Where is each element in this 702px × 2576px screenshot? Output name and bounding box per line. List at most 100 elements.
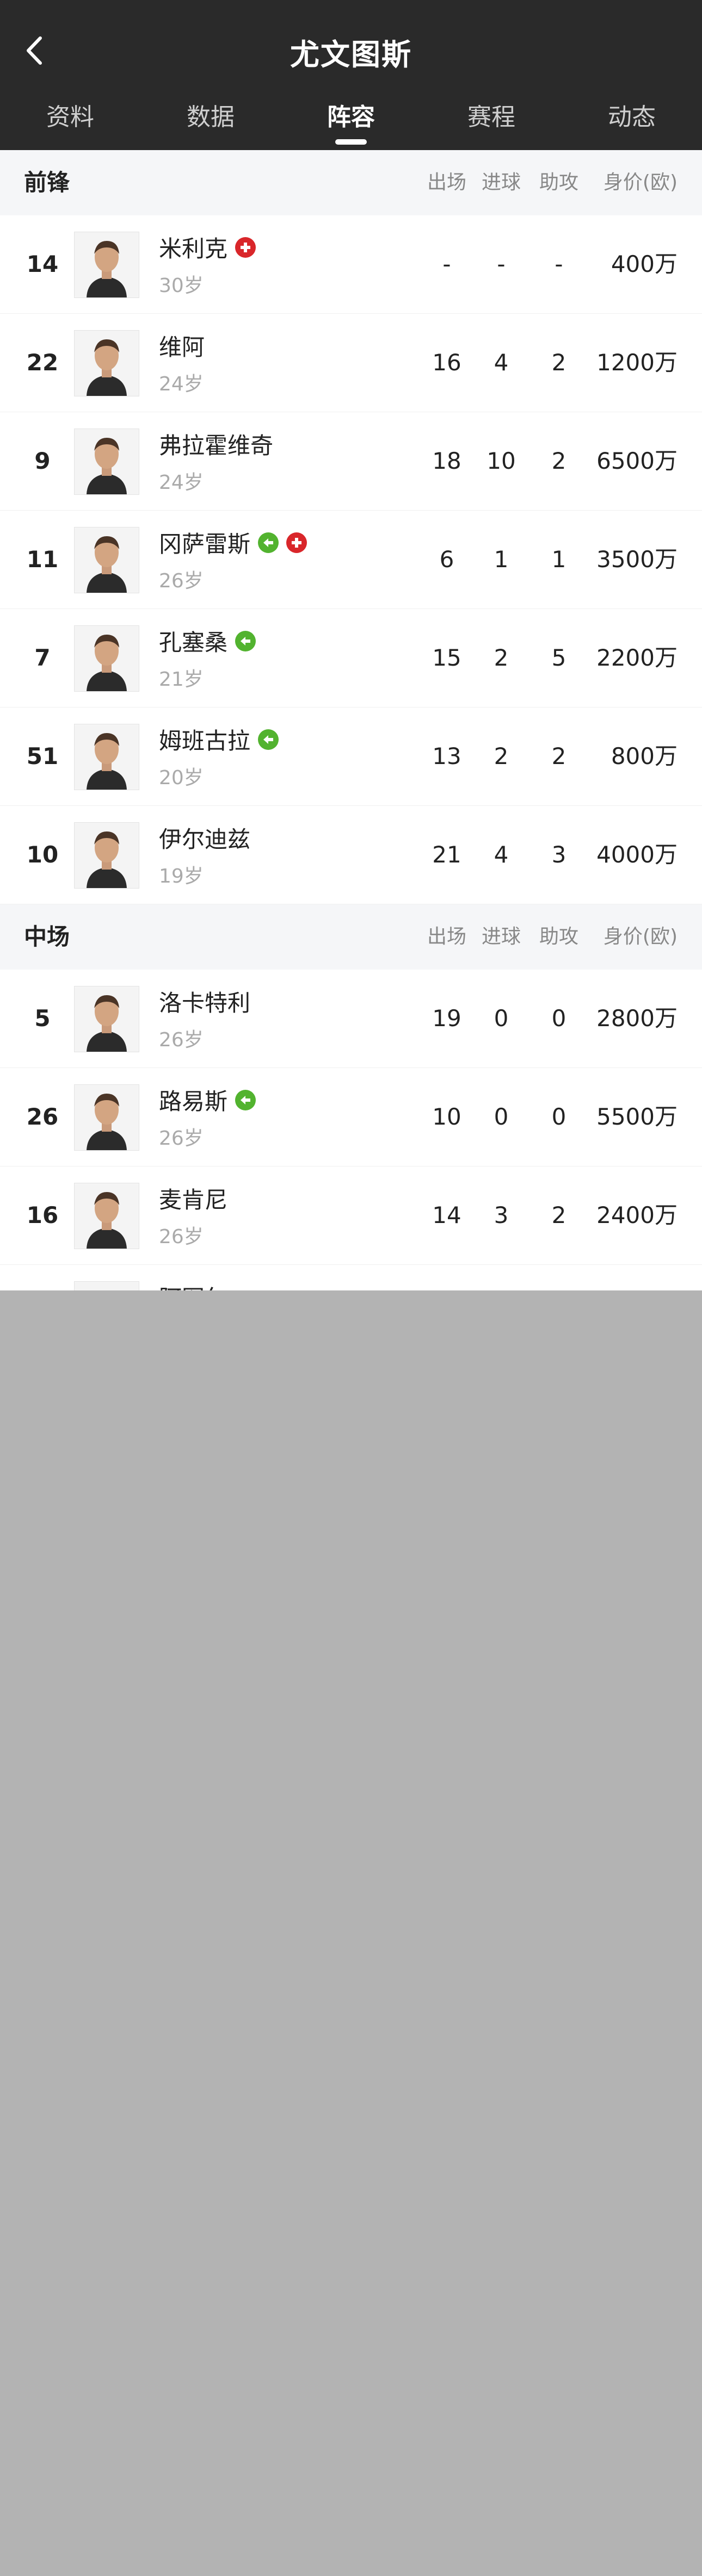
stat-value: 5500万: [596, 1103, 678, 1130]
stat-appearances: 15: [432, 644, 461, 671]
stat-assists: 2: [551, 1202, 566, 1228]
jersey-number: 11: [26, 546, 59, 573]
stat-appearances: 18: [432, 448, 461, 474]
jersey-number: 51: [26, 743, 59, 769]
player-age: 30岁: [159, 275, 204, 297]
player-row[interactable]: 10 伊尔迪兹 19岁 21 4 3 4000万: [0, 806, 702, 904]
stat-assists: 1: [551, 546, 566, 573]
player-name-line: 孔塞桑: [159, 624, 256, 657]
player-avatar-image: [75, 527, 139, 593]
stat-goals: -: [497, 251, 506, 277]
player-age: 26岁: [159, 1029, 204, 1051]
stat-appearances: 10: [432, 1103, 461, 1130]
stat-goals: 0: [494, 1005, 509, 1032]
player-name-line: 洛卡特利: [159, 985, 250, 1018]
avatar: [74, 330, 139, 396]
avatar: [74, 1084, 139, 1151]
stat-goals: 2: [494, 743, 509, 769]
section-title: 中场: [24, 923, 70, 950]
stat-value: 6500万: [596, 448, 678, 474]
player-age: 26岁: [159, 1226, 204, 1248]
player-name-line: 伊尔迪兹: [159, 821, 250, 854]
player-avatar-image: [75, 232, 139, 297]
stat-assists: 5: [551, 644, 566, 671]
player-name: 维阿: [159, 334, 205, 361]
column-header: 助攻: [539, 171, 578, 194]
player-age: 19岁: [159, 865, 204, 887]
player-name: 洛卡特利: [159, 990, 251, 1016]
player-name: 冈萨雷斯: [159, 531, 251, 557]
player-age: 24岁: [159, 471, 204, 494]
player-row[interactable]: 14 米利克 30岁 - - - 400万: [0, 215, 702, 314]
player-avatar-image: [75, 724, 139, 790]
jersey-number: 22: [26, 349, 59, 376]
stat-assists: 2: [551, 349, 566, 376]
loan-icon: [258, 532, 279, 553]
avatar: [74, 1281, 139, 1290]
roster-list: 前锋 出场 进球 助攻 身价(欧) 14 米利克 30岁 - - -400万 22 维阿 24岁 16 4 2 1…: [0, 150, 702, 1290]
section-title: 前锋: [24, 169, 70, 196]
avatar: [74, 822, 139, 889]
player-name: 孔塞桑: [159, 629, 228, 656]
player-row[interactable]: 16 麦肯尼 26岁 14 3 2 2400万: [0, 1166, 702, 1265]
column-header: 出场: [427, 171, 466, 194]
player-name-line: 米利克: [159, 231, 256, 264]
player-row[interactable]: 7 孔塞桑 21岁 15 2 5 2200万: [0, 609, 702, 707]
stat-goals: 0: [494, 1103, 509, 1130]
jersey-number: 14: [26, 251, 59, 277]
stat-value: 3500万: [596, 546, 678, 573]
stat-value: 2200万: [596, 644, 678, 671]
player-row[interactable]: 51 姆班古拉 20岁 13 2 2 800万: [0, 707, 702, 806]
tab-4[interactable]: 动态: [562, 96, 702, 150]
loan-icon: [235, 630, 256, 651]
jersey-number: 5: [34, 1005, 51, 1032]
stat-appearances: 16: [432, 349, 461, 376]
avatar: [74, 625, 139, 692]
column-header: 进球: [481, 926, 521, 948]
injury-icon: [235, 237, 256, 258]
avatar: [74, 986, 139, 1052]
column-header: 出场: [427, 926, 466, 948]
tab-1[interactable]: 数据: [140, 96, 281, 150]
jersey-number: 26: [26, 1103, 59, 1130]
injury-icon: [286, 532, 307, 553]
player-name: 麦肯尼: [159, 1187, 228, 1213]
player-row[interactable]: 18 阿图尔: [0, 1265, 702, 1290]
player-row[interactable]: 5 洛卡特利 26岁 19 0 0 2800万: [0, 970, 702, 1068]
stat-goals: 4: [494, 841, 509, 868]
player-avatar-image: [75, 1282, 139, 1290]
app-screen: 尤文图斯 资料 数据 阵容 赛程 动态 前锋 出场 进球 助攻 身价(欧) 14 米利克 30岁 - - -…: [0, 0, 702, 1290]
jersey-number: 7: [34, 644, 51, 671]
player-row[interactable]: 26 路易斯 26岁 10 0 0 5500万: [0, 1068, 702, 1166]
stat-value: 1200万: [596, 349, 678, 376]
tab-bar: 资料 数据 阵容 赛程 动态: [0, 96, 702, 150]
player-row[interactable]: 11 冈萨雷斯 26岁 6 1 1 3500万: [0, 511, 702, 609]
player-name: 伊尔迪兹: [159, 826, 251, 853]
player-row[interactable]: 22 维阿 24岁 16 4 2 1200万: [0, 314, 702, 412]
player-row[interactable]: 9 弗拉霍维奇 24岁 18 10 2 6500万: [0, 412, 702, 511]
tab-3[interactable]: 赛程: [421, 96, 562, 150]
loan-icon: [235, 1089, 256, 1110]
player-name: 米利克: [159, 235, 228, 262]
column-header: 进球: [481, 171, 521, 194]
stat-appearances: 19: [432, 1005, 461, 1032]
player-age: 21岁: [159, 668, 204, 691]
player-name-line: 麦肯尼: [159, 1182, 227, 1215]
jersey-number: 10: [26, 841, 59, 868]
tab-0[interactable]: 资料: [0, 96, 140, 150]
avatar: [74, 232, 139, 298]
player-name: 路易斯: [159, 1088, 228, 1115]
column-header: 助攻: [539, 926, 578, 948]
page-title: 尤文图斯: [290, 38, 412, 72]
avatar: [74, 724, 139, 790]
stat-assists: 2: [551, 743, 566, 769]
column-header: 身价(欧): [603, 926, 678, 948]
stat-assists: 3: [551, 841, 566, 868]
player-avatar-image: [75, 986, 139, 1052]
tab-2[interactable]: 阵容: [281, 96, 421, 150]
player-avatar-image: [75, 429, 139, 494]
stat-value: 2400万: [596, 1202, 678, 1228]
section-header: 中场 出场 进球 助攻 身价(欧): [0, 904, 702, 970]
loan-icon: [258, 729, 279, 750]
stat-appearances: 6: [439, 546, 454, 573]
